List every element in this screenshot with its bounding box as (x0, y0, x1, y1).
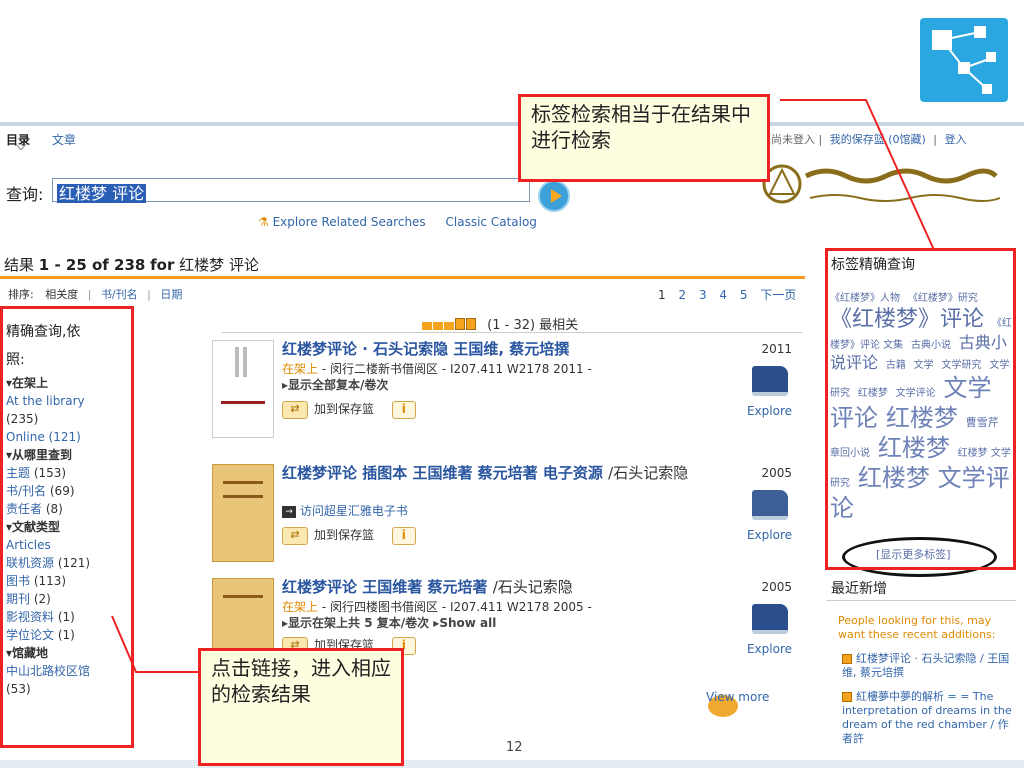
next-page-link[interactable]: 下一页 (760, 288, 796, 302)
basket-icon[interactable]: ⇄ (282, 526, 308, 545)
show-copies-link[interactable]: ▸显示全部复本/卷次 (282, 376, 388, 393)
classic-catalog-link[interactable]: Classic Catalog (446, 215, 537, 229)
page-2-link[interactable]: 2 (678, 288, 686, 302)
result-title-tail: /石头记索隐 (608, 464, 689, 482)
tab-articles[interactable]: 文章 (52, 133, 76, 147)
book-cover (212, 578, 274, 650)
availability-status: 在架上 (282, 362, 319, 376)
relevance-indicator: (1 - 32) 最相关 (422, 314, 578, 334)
result-year: 2005 (761, 580, 792, 594)
explore-link[interactable]: Explore (747, 642, 792, 656)
page-4-link[interactable]: 4 (719, 288, 727, 302)
result-title-tail: /石头记索隐 (492, 578, 573, 596)
sort-date-link[interactable]: 日期 (160, 288, 182, 301)
basket-icon[interactable]: ⇄ (282, 400, 308, 419)
result-year: 2005 (761, 466, 792, 480)
book-icon[interactable] (752, 604, 788, 634)
add-to-basket-link[interactable]: 加到保存篮 (314, 528, 374, 542)
explore-link[interactable]: Explore (747, 528, 792, 542)
results-divider (0, 276, 805, 279)
holding-location: - 闵行二楼新书借阅区 - I207.411 W2178 2011 - (321, 362, 592, 376)
search-label: 查询: (6, 185, 44, 204)
book-icon (842, 692, 852, 702)
info-icon[interactable]: i (391, 526, 416, 545)
sort-relevance[interactable]: 相关度 (45, 288, 78, 301)
chevron-down-icon (16, 144, 26, 150)
login-link[interactable]: 登入 (945, 133, 967, 146)
search-input[interactable]: 红楼梦 评论 (52, 178, 530, 203)
library-logo (760, 162, 1015, 210)
page-3-link[interactable]: 3 (699, 288, 707, 302)
ebook-access-link[interactable]: 访问超星汇雅电子书 (300, 504, 408, 518)
tag-cloud-highlight-box (825, 248, 1016, 570)
recent-item[interactable]: 红楼梦评论 · 石头记索隐 / 王国维, 蔡元培撰 (842, 652, 1012, 680)
explore-link[interactable]: Explore (747, 404, 792, 418)
search-input-value: 红楼梦 评论 (57, 184, 147, 203)
result-title-link[interactable]: 红楼梦评论 王国维著 蔡元培著 (282, 578, 487, 596)
book-icon[interactable] (752, 366, 788, 396)
sort-label: 排序: (8, 288, 34, 301)
info-icon[interactable]: i (391, 400, 416, 419)
results-query: 红楼梦 评论 (179, 256, 259, 274)
network-logo-icon (920, 18, 1008, 102)
page-1: 1 (658, 288, 666, 302)
results-for: for (150, 256, 175, 274)
saved-basket-link[interactable]: 我的保存篮 (0馆藏) (830, 133, 926, 146)
result-item: 红楼梦评论 王国维著 蔡元培著 /石头记索隐 2005 在架上 - 闵行四楼图书… (212, 578, 802, 656)
tag-search-callout: 标签检索相当于在结果中进行检索 (518, 94, 770, 182)
recent-item[interactable]: 紅樓夢中夢的解析 = = The interpretation of dream… (842, 690, 1012, 750)
search-go-button[interactable] (538, 180, 570, 212)
results-summary: 结果 1 - 25 of 238 for 红楼梦 评论 (4, 254, 259, 275)
related-icon: ⚗ (258, 215, 269, 229)
slide-page-number: 12 (506, 740, 523, 755)
pagination: 1 2 3 4 5 下一页 (658, 286, 805, 303)
relevance-text: (1 - 32) 最相关 (487, 318, 579, 333)
recent-divider (826, 600, 1016, 601)
relevance-divider (222, 332, 802, 333)
view-more-link[interactable]: View more (706, 690, 769, 704)
result-year: 2011 (761, 342, 792, 356)
bottom-toolbar (0, 760, 1024, 768)
sort-title-link[interactable]: 书/刊名 (101, 288, 138, 301)
add-to-basket-link[interactable]: 加到保存篮 (314, 402, 374, 416)
holding-location: - 闵行四楼图书借阅区 - I207.411 W2178 2005 - (321, 600, 592, 614)
catalog-tabs: 目录 文章 (6, 131, 76, 150)
result-item: 红楼梦评论 插图本 王国维著 蔡元培著 电子资源 /石头记索隐 2005 → 访… (212, 464, 802, 564)
ebook-icon[interactable] (752, 490, 788, 520)
results-prefix: 结果 (4, 256, 35, 274)
facet-highlight-box (0, 306, 134, 748)
page-5-link[interactable]: 5 (740, 288, 748, 302)
related-links: ⚗ Explore Related Searches Classic Catal… (258, 215, 537, 229)
recent-item-title: 紅樓夢中夢的解析 = = The interpretation of dream… (842, 690, 1012, 745)
separator: | (933, 133, 938, 146)
recent-item-title: 红楼梦评论 · 石头记索隐 / 王国维, 蔡元培撰 (842, 652, 1010, 679)
recent-additions-title: 最近新增 (831, 581, 887, 597)
book-icon (842, 654, 852, 664)
explore-related-link[interactable]: Explore Related Searches (273, 215, 426, 229)
book-cover (212, 464, 274, 562)
arrow-right-icon: → (282, 505, 296, 518)
sort-bar: 排序: 相关度 | 书/刊名 | 日期 (8, 286, 182, 302)
result-item: 红楼梦评论 · 石头记索隐 王国维, 蔡元培撰 2011 在架上 - 闵行二楼新… (212, 340, 802, 444)
result-title-link[interactable]: 红楼梦评论 插图本 王国维著 蔡元培著 电子资源 (282, 464, 603, 482)
separator: | (87, 288, 92, 301)
separator: | (147, 288, 151, 301)
user-links: 您尚未登入 | 我的保存篮 (0馆藏) | 登入 (760, 131, 971, 147)
facet-click-callout: 点击链接，进入相应的检索结果 (198, 648, 404, 766)
availability-status: 在架上 (282, 600, 319, 614)
result-title-link[interactable]: 红楼梦评论 · 石头记索隐 王国维, 蔡元培撰 (282, 340, 737, 358)
separator: | (818, 133, 823, 146)
recent-note: People looking for this, may want these … (838, 614, 996, 641)
results-range: 1 - 25 of 238 (38, 256, 146, 274)
book-cover (212, 340, 274, 438)
show-copies-link[interactable]: ▸显示在架上共 5 复本/卷次 ▸Show all (282, 614, 496, 631)
top-divider (0, 122, 1024, 126)
